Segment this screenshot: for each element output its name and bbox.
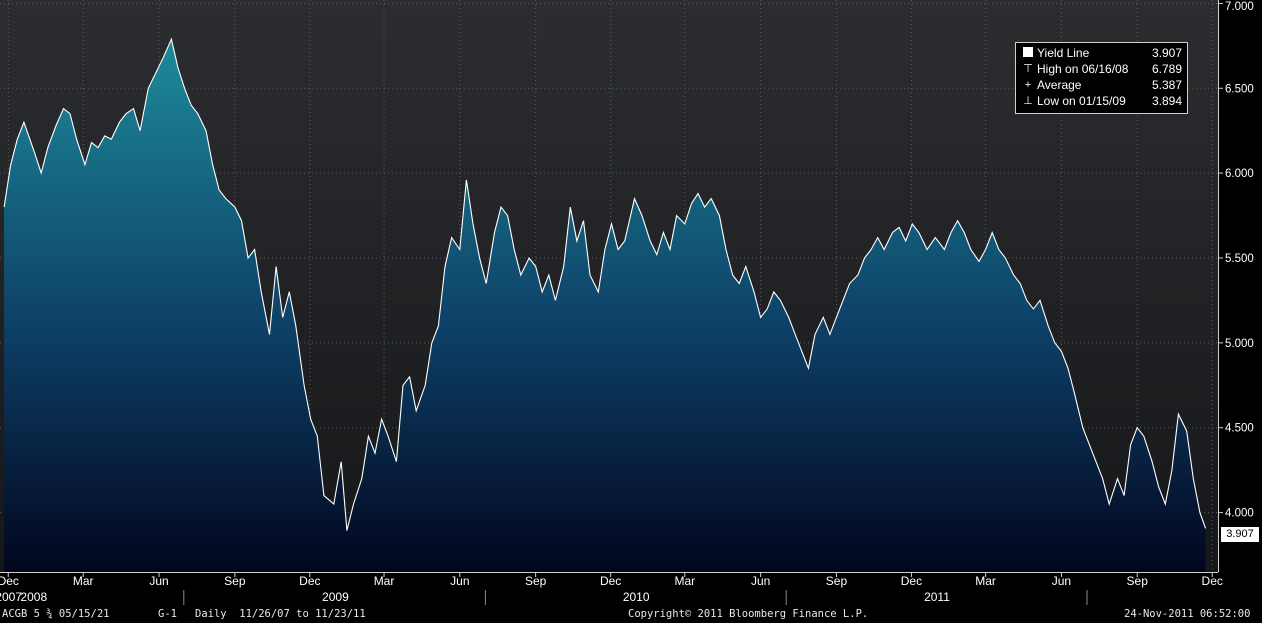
x-month-label: Jun [149, 574, 168, 588]
legend-value: 3.894 [1151, 94, 1182, 108]
x-year-label: 2008 [20, 590, 47, 604]
legend-label: Yield Line [1037, 46, 1090, 60]
legend-label: Average [1037, 78, 1082, 92]
x-month-label: Dec [1202, 574, 1223, 588]
x-month-label: Mar [73, 574, 94, 588]
x-year-label: 2010 [623, 590, 650, 604]
x-axis: Dec Mar Jun Sep Dec Mar Jun Sep Dec Mar Jun Sep Dec M… [0, 572, 1262, 606]
y-tick-label: 7.000 [1225, 1, 1254, 13]
white-square-icon [1023, 47, 1033, 57]
legend-value: 5.387 [1151, 78, 1182, 92]
period-range: Daily 11/26/07 to 11/23/11 [195, 608, 366, 620]
y-tick-label: 5.000 [1225, 338, 1254, 350]
x-month-label: Jun [450, 574, 469, 588]
copyright-notice: Copyright© 2011 Bloomberg Finance L.P. [628, 608, 869, 620]
footer-bar: ACGB 5 ¾ 05/15/21 G-1 Daily 11/26/07 to … [0, 606, 1262, 623]
x-year-label: 2009 [322, 590, 349, 604]
y-tick-label: 4.000 [1225, 508, 1254, 520]
legend-marker-icon: ⊥ [1023, 95, 1033, 107]
last-value-marker: 3.907 [1221, 527, 1259, 542]
legend-label: Low on 01/15/09 [1037, 94, 1126, 108]
legend-row: + Average 5.387 [1022, 78, 1182, 94]
x-month-label: Jun [751, 574, 770, 588]
legend-row: ⊤ High on 06/16/08 6.789 [1022, 62, 1182, 78]
legend-label: High on 06/16/08 [1037, 62, 1129, 76]
x-month-label: Sep [224, 574, 246, 588]
legend-row: ⊥ Low on 01/15/09 3.894 [1022, 94, 1182, 110]
x-month-label: Mar [674, 574, 695, 588]
x-month-label: Mar [374, 574, 395, 588]
y-tick-label: 6.000 [1225, 168, 1254, 180]
timestamp: 24-Nov-2011 06:52:00 [1124, 608, 1251, 620]
x-year-label: 2007 [0, 590, 22, 604]
legend-value: 6.789 [1151, 62, 1182, 76]
bloomberg-chart-window: 4.000 4.500 5.000 5.500 6.000 6.500 7.000 Dec M… [0, 0, 1262, 623]
legend-row: Yield Line 3.907 [1022, 46, 1182, 62]
x-month-label: Mar [975, 574, 996, 588]
x-month-label: Dec [299, 574, 320, 588]
x-month-label: Dec [0, 574, 19, 588]
legend-marker-icon: + [1024, 79, 1032, 91]
y-tick-label: 6.500 [1225, 83, 1254, 95]
x-month-label: Jun [1052, 574, 1071, 588]
x-month-label: Sep [1127, 574, 1149, 588]
x-month-label: Dec [600, 574, 621, 588]
x-year-label: 2011 [924, 590, 950, 604]
x-axis-svg: Dec Mar Jun Sep Dec Mar Jun Sep Dec Mar Jun Sep Dec M… [0, 572, 1223, 605]
x-month-label: Sep [525, 574, 547, 588]
y-axis: 4.000 4.500 5.000 5.500 6.000 6.500 7.000 [1218, 0, 1262, 572]
legend-swatch-icon [1022, 47, 1034, 59]
y-tick-label: 4.500 [1225, 423, 1254, 435]
x-month-label: Dec [901, 574, 922, 588]
y-tick-label: 5.500 [1225, 253, 1254, 265]
security-name: ACGB 5 ¾ 05/15/21 [2, 608, 110, 620]
source-code: G-1 [158, 608, 177, 620]
legend-marker-icon: ⊤ [1023, 63, 1033, 75]
y-axis-svg: 4.000 4.500 5.000 5.500 6.000 6.500 7.000 [1218, 0, 1254, 572]
x-month-label: Sep [826, 574, 848, 588]
yield-area [4, 39, 1206, 572]
chart-legend: Yield Line 3.907 ⊤ High on 06/16/08 6.789 + Av… [1015, 42, 1188, 114]
legend-value: 3.907 [1151, 46, 1182, 60]
